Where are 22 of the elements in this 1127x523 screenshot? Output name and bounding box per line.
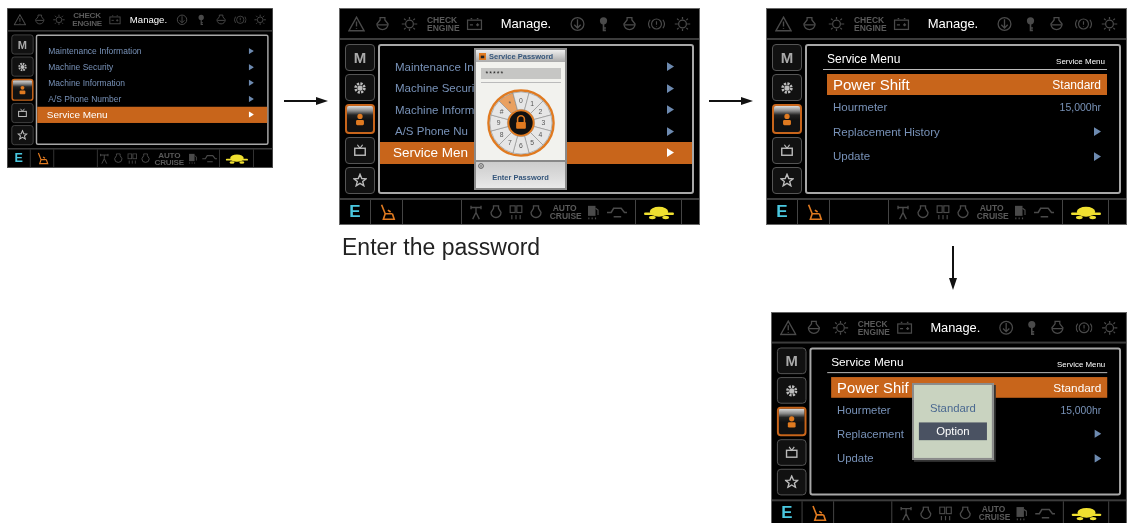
indicator-label: AUTO CRUISE [978, 505, 1009, 522]
mode-letter: E [14, 151, 23, 166]
screen-title: Manage. [926, 16, 980, 31]
screen-title: Manage. [499, 16, 553, 31]
value-text: 15,000hr [1060, 403, 1102, 416]
mode-letter: E [349, 202, 361, 222]
indicator-label: CHECK ENGINE [857, 319, 888, 336]
indicator-label: AUTO CRUISE [976, 204, 1007, 220]
screen-title: Manage. [128, 13, 169, 25]
indicator-label: AUTO CRUISE [549, 204, 580, 220]
value-text: Standard [1053, 380, 1102, 395]
indicator-label: CHECK ENGINE [72, 11, 102, 28]
mode-letter: E [776, 202, 788, 222]
panel-title: Service Menu [831, 355, 904, 370]
value-text: 15,000hr [1059, 101, 1101, 114]
screen-title: Manage. [929, 319, 982, 335]
value-text: Standard [1052, 77, 1101, 92]
panel-title: Service Menu [827, 52, 901, 66]
breadcrumb: Service Menu [1056, 57, 1105, 66]
caption: Enter the password [342, 234, 541, 261]
indicator-label: AUTO CRUISE [154, 150, 184, 167]
mode-letter: E [781, 503, 793, 523]
